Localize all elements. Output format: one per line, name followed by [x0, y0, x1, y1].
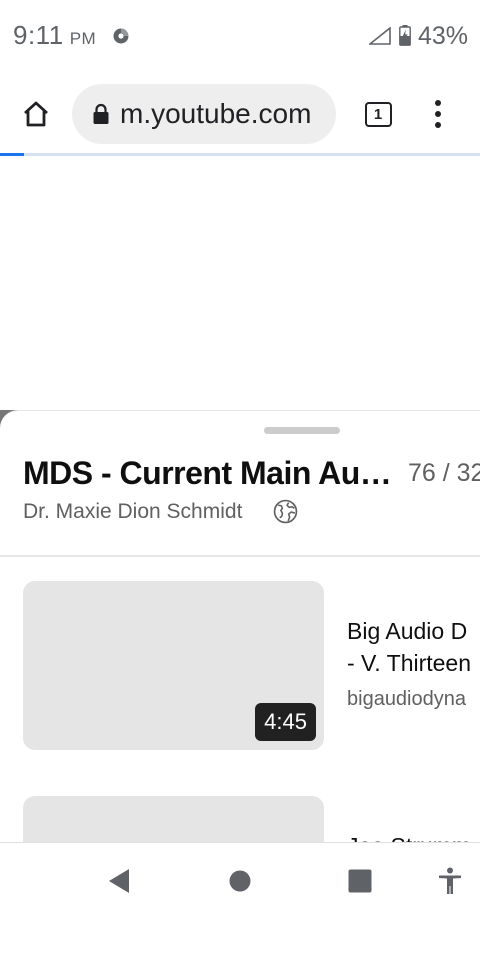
globe-icon [273, 499, 298, 524]
screen: 9:11 PM 43% m.youtube.com 1 MDS - Curren… [0, 0, 480, 960]
playlist-video-item[interactable]: 4:45 Big Audio D - V. Thirteen bigaudiod… [0, 581, 480, 761]
playlist-title[interactable]: MDS - Current Main Audio Playlist [23, 455, 399, 492]
video-title[interactable]: Joe Strumm [347, 830, 480, 842]
status-bar: 9:11 PM 43% [0, 0, 480, 72]
battery-percentage: 43% [418, 22, 469, 50]
back-icon [109, 869, 129, 893]
video-duration: 4:45 [255, 703, 316, 741]
page-content [0, 156, 480, 411]
status-time: 9:11 PM [13, 20, 96, 51]
home-icon [24, 101, 48, 127]
url-bar[interactable]: m.youtube.com [72, 84, 336, 144]
accessibility-icon [439, 867, 461, 894]
playlist-position: 76 / 32 [408, 459, 480, 487]
battery-icon [399, 25, 411, 46]
status-time-ampm: PM [69, 29, 97, 48]
tab-count: 1 [364, 101, 392, 127]
video-thumbnail[interactable] [23, 796, 324, 842]
video-thumbnail[interactable]: 4:45 [23, 581, 324, 750]
signal-icon [369, 27, 391, 45]
back-button[interactable] [99, 861, 139, 901]
more-options-button[interactable] [420, 92, 456, 136]
playlist-panel: MDS - Current Main Audio Playlist 76 / 3… [0, 410, 480, 842]
video-title[interactable]: Big Audio D - V. Thirteen [347, 615, 480, 679]
media-notification-icon [113, 28, 129, 44]
playlist-video-item[interactable]: Joe Strumm [0, 796, 480, 842]
divider [0, 555, 480, 557]
home-button[interactable] [14, 92, 58, 136]
browser-toolbar: m.youtube.com 1 [0, 72, 480, 156]
system-nav-bar [0, 842, 480, 960]
recents-button[interactable] [340, 861, 380, 901]
status-time-value: 9:11 [13, 20, 64, 50]
drag-handle[interactable] [264, 427, 340, 434]
home-nav-button[interactable] [220, 861, 260, 901]
url-text: m.youtube.com [120, 98, 312, 129]
home-circle-icon [229, 870, 251, 892]
lock-icon [93, 103, 109, 124]
accessibility-button[interactable] [430, 861, 470, 901]
recents-icon [348, 869, 372, 893]
more-vert-icon [435, 100, 441, 128]
video-channel: bigaudiodyna [347, 688, 466, 710]
tab-switcher-button[interactable]: 1 [360, 96, 396, 132]
playlist-owner[interactable]: Dr. Maxie Dion Schmidt [23, 500, 242, 524]
